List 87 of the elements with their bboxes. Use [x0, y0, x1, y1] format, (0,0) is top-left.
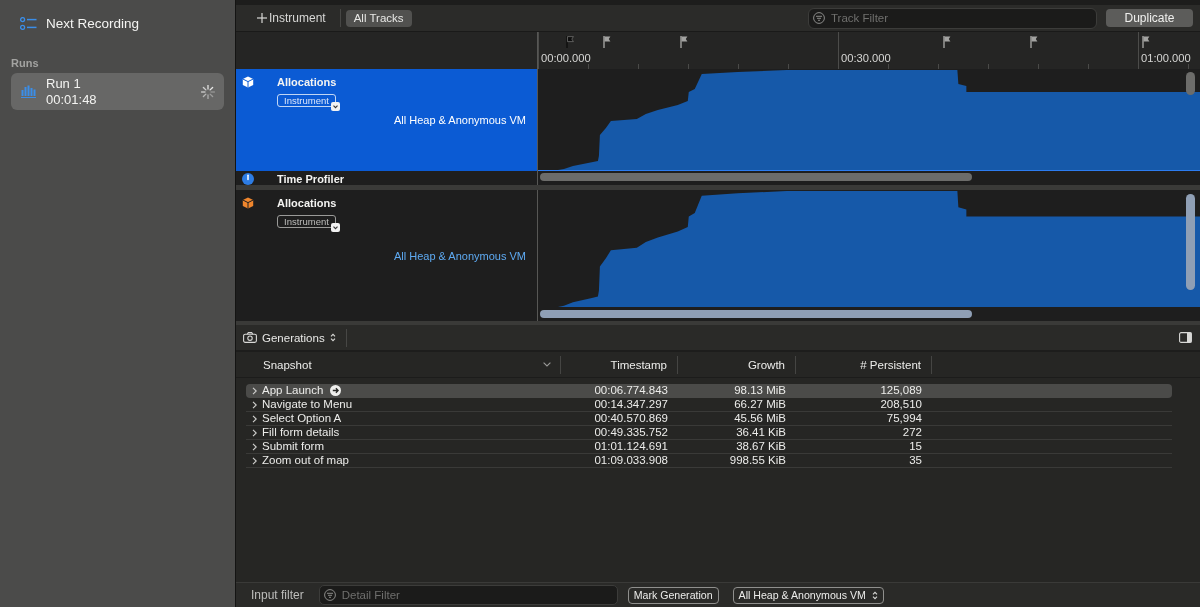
bar-chart-icon [21, 85, 36, 98]
input-filter-label: Input filter [251, 588, 304, 602]
chevron-down-icon [543, 362, 551, 367]
mark-generation-button[interactable]: Mark Generation [627, 586, 719, 604]
disclosure-chevron-icon[interactable] [252, 442, 257, 451]
table-cell-text: 45.56 MiB [733, 412, 787, 425]
flag-icon[interactable] [680, 36, 688, 48]
vertical-scrollbar[interactable] [1186, 194, 1195, 290]
table-cell-text: 36.41 KiB [735, 426, 787, 439]
disclosure-chevron-icon[interactable] [252, 386, 257, 395]
vertical-scrollbar[interactable] [1186, 72, 1195, 95]
track-name: Allocations [277, 196, 337, 210]
disclosure-chevron-icon[interactable] [252, 414, 257, 423]
filter-icon [323, 589, 336, 601]
table-cell-text: 125,089 [879, 384, 923, 397]
table-cell-text: 00:40.570.869 [593, 412, 669, 425]
flag-icon[interactable] [603, 36, 611, 48]
chevron-down-icon [330, 102, 340, 111]
table-cell-text: 208,510 [879, 398, 923, 411]
plus-icon [257, 13, 267, 23]
table-row[interactable]: Select Option A 00:40.570.869 45.56 MiB 75,994 [246, 412, 1172, 426]
up-down-chevron-icon [871, 590, 878, 600]
track-name: Time Profiler [277, 172, 345, 186]
table-cell-text: 15 [908, 440, 923, 453]
up-down-chevron-icon [329, 333, 336, 342]
flag-icon[interactable] [566, 36, 574, 48]
cube-icon [242, 76, 254, 88]
table-cell-text: 01:01.124.691 [593, 440, 669, 453]
recording-title[interactable]: Next Recording [46, 15, 140, 31]
table-cell: Select Option A [262, 412, 342, 425]
filter-icon [813, 12, 825, 24]
horizontal-scrollbar[interactable] [540, 173, 972, 181]
column-header[interactable]: Growth [678, 355, 796, 374]
disclosure-chevron-icon[interactable] [252, 456, 257, 465]
view-menu-button[interactable]: Generations [243, 331, 336, 344]
table-row[interactable]: Submit form 01:01.124.691 38.67 KiB 15 [246, 440, 1172, 454]
table-cell: App Launch [262, 384, 324, 397]
table-cell-text: 272 [901, 426, 923, 439]
time-label: 00:30.000 [841, 52, 891, 65]
list-icon [20, 16, 37, 30]
column-header[interactable]: # Persistent [796, 355, 932, 374]
table-cell: Navigate to Menu [262, 398, 353, 411]
sidebar-toggle-icon[interactable] [1179, 332, 1192, 343]
track-filter-field[interactable]: Track Filter [808, 7, 1097, 29]
flag-icon[interactable] [943, 36, 951, 48]
table-cell: Zoom out of map [262, 454, 349, 467]
disclosure-chevron-icon[interactable] [252, 400, 257, 409]
table-cell: Submit form [262, 440, 324, 453]
table-cell-text: 66.27 MiB [733, 398, 787, 411]
camera-icon [243, 332, 257, 343]
run-name: Run 1 [46, 75, 82, 92]
all-tracks-button[interactable]: All Tracks [345, 9, 412, 27]
disclosure-chevron-icon[interactable] [252, 428, 257, 437]
time-label: 01:00.000 [1141, 52, 1191, 65]
add-instrument-button[interactable]: Instrument [257, 11, 326, 25]
table-cell-text: 00:14.347.297 [593, 398, 669, 411]
arrow-circle-icon[interactable] [330, 385, 342, 396]
table-cell-text: 00:49.335.752 [593, 426, 669, 439]
track-detail-label: All Heap & Anonymous VM [393, 248, 526, 263]
horizontal-scrollbar[interactable] [540, 310, 972, 318]
duplicate-button[interactable]: Duplicate [1106, 9, 1193, 27]
run-item[interactable]: Run 1 00:01:48 [11, 73, 224, 110]
column-header[interactable]: Timestamp [561, 355, 678, 374]
track-name: Allocations [277, 75, 337, 89]
table-row[interactable]: Navigate to Menu 00:14.347.297 66.27 MiB 208,510 [246, 398, 1172, 412]
flag-icon[interactable] [1142, 36, 1150, 48]
table-row[interactable]: Fill form details 00:49.335.752 36.41 KiB 272 [246, 426, 1172, 440]
scope-popup-button[interactable]: All Heap & Anonymous VM [732, 586, 884, 604]
table-row[interactable]: Zoom out of map 01:09.033.908 998.55 KiB 35 [246, 454, 1172, 468]
run-duration: 00:01:48 [46, 91, 97, 108]
chevron-down-icon [330, 223, 340, 232]
table-cell-text: 98.13 MiB [733, 384, 787, 397]
table-cell-text: 01:09.033.908 [593, 454, 669, 467]
table-cell-text: 75,994 [885, 412, 923, 425]
table-cell-text: 35 [908, 454, 923, 467]
track-detail-label: All Heap & Anonymous VM [393, 113, 526, 127]
table-cell: Fill form details [262, 426, 340, 439]
track-header[interactable]: Allocations Instrument All Heap & Anonymous VM [236, 69, 538, 171]
table-cell-text: 998.55 KiB [728, 454, 787, 467]
time-label: 00:00.000 [541, 52, 591, 65]
detail-filter-field[interactable]: Detail Filter [318, 585, 618, 605]
table-cell-text: 00:06.774.843 [593, 384, 669, 397]
table-row[interactable]: App Launch 00:06.774.843 98.13 MiB 125,089 [246, 384, 1172, 398]
table-cell-text: 38.67 KiB [735, 440, 787, 453]
flag-icon[interactable] [1030, 36, 1038, 48]
section-label: Runs [11, 57, 40, 70]
column-header[interactable]: Snapshot [246, 355, 561, 374]
